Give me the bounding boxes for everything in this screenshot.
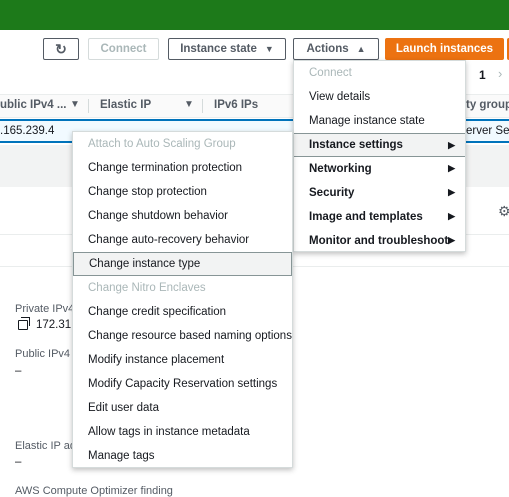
menu-item-label: Change instance type — [89, 258, 201, 270]
connect-button-label: Connect — [100, 43, 147, 55]
menu-item-change-instance-type[interactable]: Change instance type — [73, 252, 292, 276]
menu-item-label: Networking — [309, 163, 372, 175]
menu-item-manage-instance-state[interactable]: Manage instance state — [294, 109, 465, 133]
menu-item-manage-tags[interactable]: Manage tags — [73, 444, 292, 468]
menu-item-label: Change Nitro Enclaves — [88, 282, 206, 294]
menu-item-label: Change stop protection — [88, 186, 207, 198]
menu-item-label: Change termination protection — [88, 162, 243, 174]
menu-item-security[interactable]: Security ▶ — [294, 181, 465, 205]
column-divider — [202, 99, 203, 113]
menu-item-change-nitro-enclaves[interactable]: Change Nitro Enclaves — [73, 276, 292, 300]
sort-icon[interactable]: ▼ — [184, 99, 194, 110]
public-ipv4-value: – — [15, 365, 22, 377]
page-number[interactable]: 1 — [479, 68, 486, 82]
actions-menu: Connect View details Manage instance sta… — [293, 60, 466, 252]
menu-item-label: Modify Capacity Reservation settings — [88, 378, 278, 390]
chevron-right-icon[interactable]: › — [498, 66, 502, 81]
menu-item-label: Attach to Auto Scaling Group — [88, 138, 236, 150]
menu-item-instance-settings[interactable]: Instance settings ▶ — [294, 133, 465, 157]
instance-settings-submenu: Attach to Auto Scaling Group Change term… — [72, 131, 293, 468]
public-ipv4-label: Public IPv4 — [15, 348, 71, 360]
actions-label: Actions — [306, 43, 349, 55]
column-divider — [88, 99, 89, 113]
menu-item-change-credit-specification[interactable]: Change credit specification — [73, 300, 292, 324]
caret-down-icon: ▼ — [264, 44, 274, 54]
menu-item-label: Modify instance placement — [88, 354, 225, 366]
menu-item-change-stop-protection[interactable]: Change stop protection — [73, 180, 292, 204]
menu-item-modify-capacity-reservation[interactable]: Modify Capacity Reservation settings — [73, 372, 292, 396]
column-header-public-ipv4[interactable]: ublic IPv4 ... — [0, 99, 66, 111]
menu-item-label: Instance settings — [309, 139, 403, 151]
menu-item-view-details[interactable]: View details — [294, 85, 465, 109]
launch-instances-button[interactable]: Launch instances — [385, 38, 504, 60]
top-navigation-bar — [0, 0, 509, 30]
menu-item-attach-auto-scaling-group[interactable]: Attach to Auto Scaling Group — [73, 132, 292, 156]
menu-item-allow-tags-in-metadata[interactable]: Allow tags in instance metadata — [73, 420, 292, 444]
menu-item-label: View details — [309, 91, 371, 103]
column-header-security-group[interactable]: ty group — [466, 99, 509, 111]
caret-right-icon: ▶ — [448, 211, 455, 221]
private-ipv4-label: Private IPv4 — [15, 303, 75, 315]
menu-item-change-termination-protection[interactable]: Change termination protection — [73, 156, 292, 180]
elastic-ip-label: Elastic IP ad — [15, 440, 76, 452]
copy-icon[interactable] — [18, 317, 30, 330]
menu-item-label: Change credit specification — [88, 306, 227, 318]
menu-item-change-shutdown-behavior[interactable]: Change shutdown behavior — [73, 204, 292, 228]
menu-item-label: Allow tags in instance metadata — [88, 426, 250, 438]
menu-item-connect[interactable]: Connect — [294, 61, 465, 85]
private-ipv4-value: 172.31. — [36, 319, 75, 331]
caret-right-icon: ▶ — [448, 163, 455, 173]
caret-up-icon: ▲ — [356, 44, 366, 54]
menu-item-label: Security — [309, 187, 355, 199]
menu-item-label: Change auto-recovery behavior — [88, 234, 250, 246]
caret-right-icon: ▶ — [448, 140, 455, 150]
menu-item-label: Change shutdown behavior — [88, 210, 229, 222]
sort-icon[interactable]: ▼ — [70, 99, 80, 110]
cell-security-group[interactable]: erver Sec — [466, 125, 509, 137]
menu-item-label: Manage tags — [88, 450, 155, 462]
launch-instances-label: Launch instances — [395, 43, 494, 55]
menu-item-label: Monitor and troubleshoot — [309, 235, 449, 247]
compute-optimizer-label: AWS Compute Optimizer finding — [15, 485, 173, 497]
menu-item-label: Image and templates — [309, 211, 423, 223]
connect-button[interactable]: Connect — [88, 38, 159, 60]
menu-item-modify-instance-placement[interactable]: Modify instance placement — [73, 348, 292, 372]
elastic-ip-value: – — [15, 456, 22, 468]
caret-right-icon: ▶ — [448, 187, 455, 197]
menu-item-label: Edit user data — [88, 402, 159, 414]
menu-item-change-auto-recovery-behavior[interactable]: Change auto-recovery behavior — [73, 228, 292, 252]
instance-state-label: Instance state — [180, 43, 257, 55]
menu-item-monitor-and-troubleshoot[interactable]: Monitor and troubleshoot ▶ — [294, 229, 465, 253]
refresh-button[interactable]: ↻ — [43, 38, 79, 60]
menu-item-networking[interactable]: Networking ▶ — [294, 157, 465, 181]
menu-item-image-and-templates[interactable]: Image and templates ▶ — [294, 205, 465, 229]
instance-state-button[interactable]: Instance state ▼ — [168, 38, 286, 60]
gear-icon[interactable]: ⚙ — [498, 203, 509, 220]
menu-item-label: Connect — [309, 67, 352, 79]
column-header-elastic-ip[interactable]: Elastic IP — [100, 99, 151, 111]
actions-button[interactable]: Actions ▲ — [293, 38, 379, 60]
column-header-ipv6-ips[interactable]: IPv6 IPs — [214, 99, 258, 111]
menu-item-label: Manage instance state — [309, 115, 425, 127]
refresh-icon: ↻ — [55, 40, 67, 57]
menu-item-label: Change resource based naming options — [88, 330, 292, 342]
caret-right-icon: ▶ — [448, 235, 455, 245]
cell-public-ipv4: .165.239.4 — [0, 125, 55, 137]
menu-item-change-resource-naming-options[interactable]: Change resource based naming options — [73, 324, 292, 348]
menu-item-edit-user-data[interactable]: Edit user data — [73, 396, 292, 420]
